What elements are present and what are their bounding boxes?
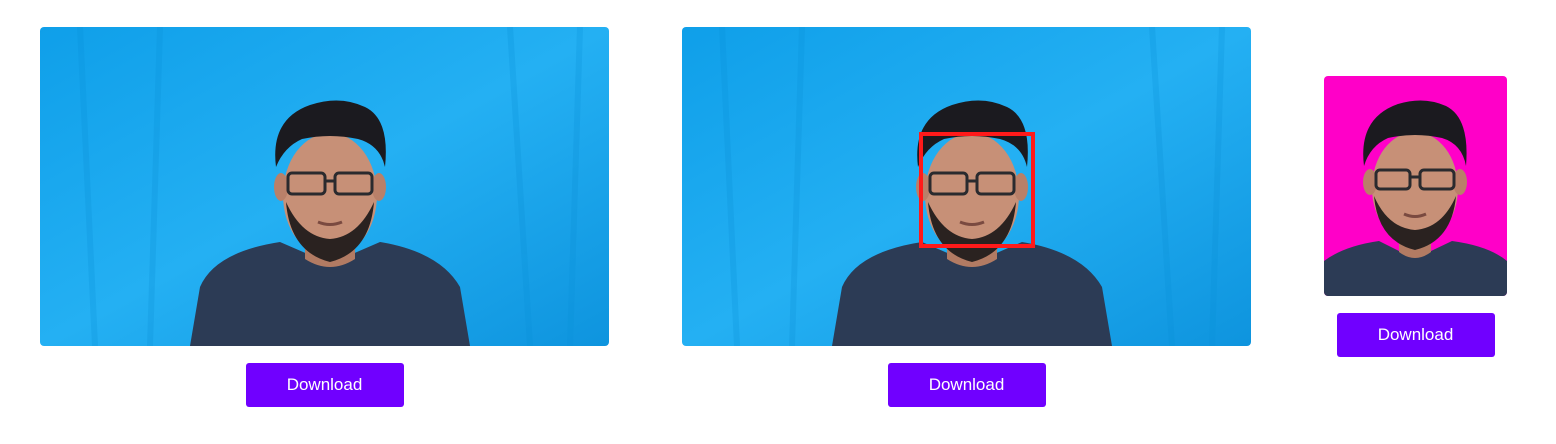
passport-photo-card: Download [1324,76,1507,357]
face-detected-photo [682,27,1251,346]
passport-photo [1324,76,1507,296]
face-detected-photo-card: Download [682,27,1251,407]
page: Download Download Download [0,0,1556,444]
download-button-face-detected[interactable]: Download [887,363,1046,407]
download-button-passport[interactable]: Download [1336,313,1495,357]
original-photo-card: Download [40,27,609,407]
download-button-original[interactable]: Download [245,363,404,407]
original-photo [40,27,609,346]
